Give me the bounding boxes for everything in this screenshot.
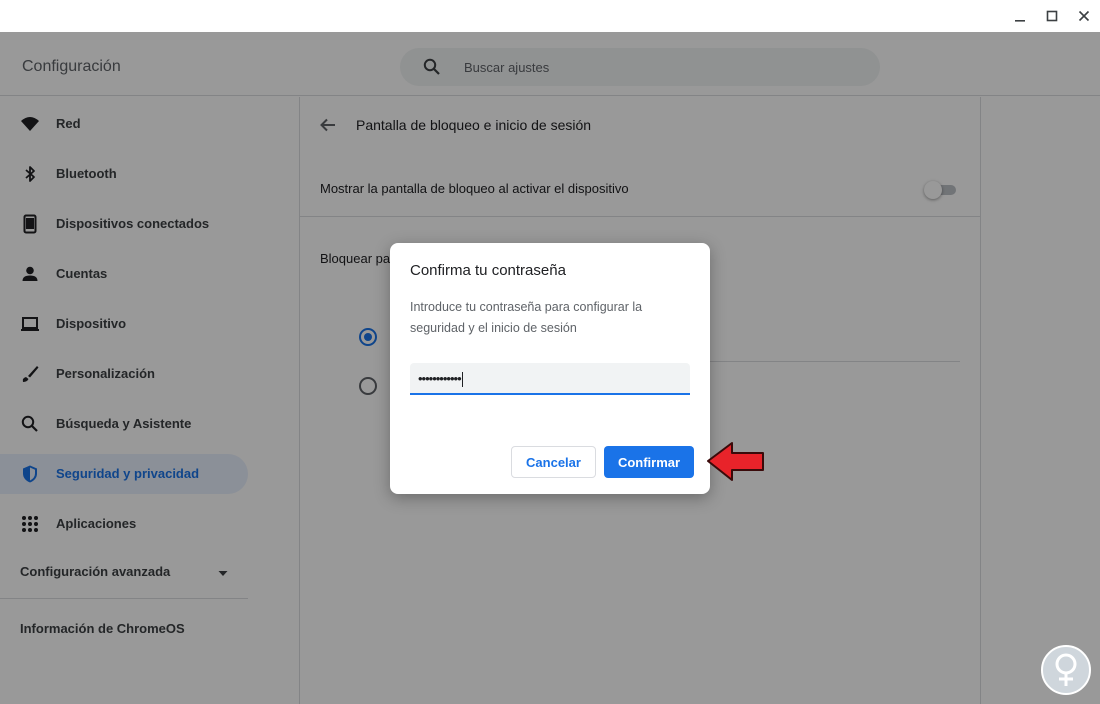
dialog-title: Confirma tu contraseña bbox=[410, 262, 566, 279]
confirm-button[interactable]: Confirmar bbox=[604, 446, 694, 478]
password-field[interactable]: •••••••••••• bbox=[410, 363, 690, 395]
watermark-logo-icon bbox=[1041, 645, 1091, 695]
annotation-arrow-icon bbox=[707, 442, 764, 481]
confirm-password-dialog: Confirma tu contraseña Introduce tu cont… bbox=[390, 243, 710, 494]
close-icon[interactable] bbox=[1074, 6, 1094, 26]
dialog-description: Introduce tu contraseña para configurar … bbox=[410, 300, 643, 335]
cancel-button[interactable]: Cancelar bbox=[511, 446, 596, 478]
text-cursor bbox=[461, 372, 463, 388]
password-value: •••••••••••• bbox=[418, 371, 463, 388]
maximize-icon[interactable] bbox=[1042, 6, 1062, 26]
window-titlebar bbox=[0, 0, 1100, 32]
password-dots: •••••••••••• bbox=[418, 371, 462, 386]
minimize-icon[interactable] bbox=[1010, 6, 1030, 26]
